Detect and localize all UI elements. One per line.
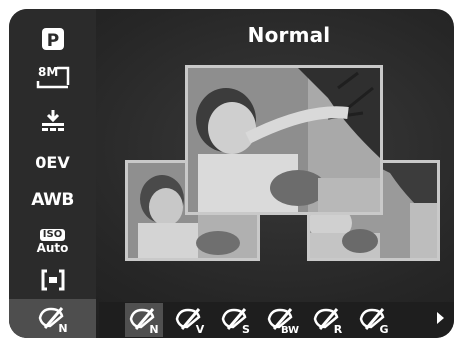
- image-size-icon: 8M: [36, 65, 69, 89]
- effect-red[interactable]: R: [309, 303, 347, 337]
- sidebar-item-quality[interactable]: [9, 105, 96, 137]
- effect-normal-icon: N: [129, 308, 159, 335]
- program-mode-label: P: [46, 31, 58, 51]
- white-balance-value: AWB: [31, 190, 74, 210]
- sidebar-item-metering[interactable]: [9, 265, 96, 295]
- sidebar-item-iso[interactable]: ISO Auto: [9, 221, 96, 261]
- effect-bw[interactable]: BW: [263, 303, 301, 337]
- effect-sepia-icon: S: [221, 308, 250, 335]
- color-effect-icon: N: [38, 306, 67, 334]
- next-arrow-icon[interactable]: [437, 312, 444, 324]
- sidebar-item-white-balance[interactable]: AWB: [9, 185, 96, 215]
- effect-red-icon: R: [313, 308, 343, 335]
- effect-sepia[interactable]: S: [217, 303, 255, 337]
- preview-photo-main: [185, 65, 383, 215]
- iso-value: Auto: [36, 240, 69, 255]
- sidebar-item-program-mode[interactable]: P: [9, 23, 96, 55]
- effect-vivid[interactable]: V: [171, 303, 209, 337]
- exposure-value: 0EV: [35, 152, 70, 172]
- color-effect-label: N: [58, 322, 67, 334]
- sidebar-item-color-effect[interactable]: N: [9, 299, 96, 338]
- effect-normal[interactable]: N: [125, 303, 163, 337]
- page-title: Normal: [247, 23, 331, 47]
- program-mode-icon: P: [41, 28, 64, 51]
- effect-bw-label: BW: [281, 325, 299, 335]
- quality-icon: [41, 110, 64, 131]
- effect-red-label: R: [334, 323, 343, 335]
- sidebar-item-image-size[interactable]: 8M: [9, 61, 96, 95]
- effect-green-icon: G: [359, 308, 389, 335]
- iso-badge: ISO: [39, 228, 66, 241]
- metering-icon: [41, 269, 64, 291]
- settings-sidebar: P 8M 0EV AWB ISO Auto N: [9, 9, 96, 338]
- image-size-label: 8M: [38, 65, 58, 79]
- child-photo-image: [188, 68, 380, 212]
- effect-vivid-label: V: [196, 323, 205, 335]
- camera-screen: P 8M 0EV AWB ISO Auto N Normal N V S BW …: [9, 9, 454, 338]
- effect-green[interactable]: G: [355, 303, 393, 337]
- effect-green-label: G: [379, 323, 388, 335]
- effect-sepia-label: S: [242, 323, 250, 335]
- effect-bw-icon: BW: [267, 308, 299, 335]
- effect-normal-label: N: [149, 323, 158, 335]
- sidebar-item-exposure[interactable]: 0EV: [9, 147, 96, 177]
- effect-vivid-icon: V: [175, 308, 205, 335]
